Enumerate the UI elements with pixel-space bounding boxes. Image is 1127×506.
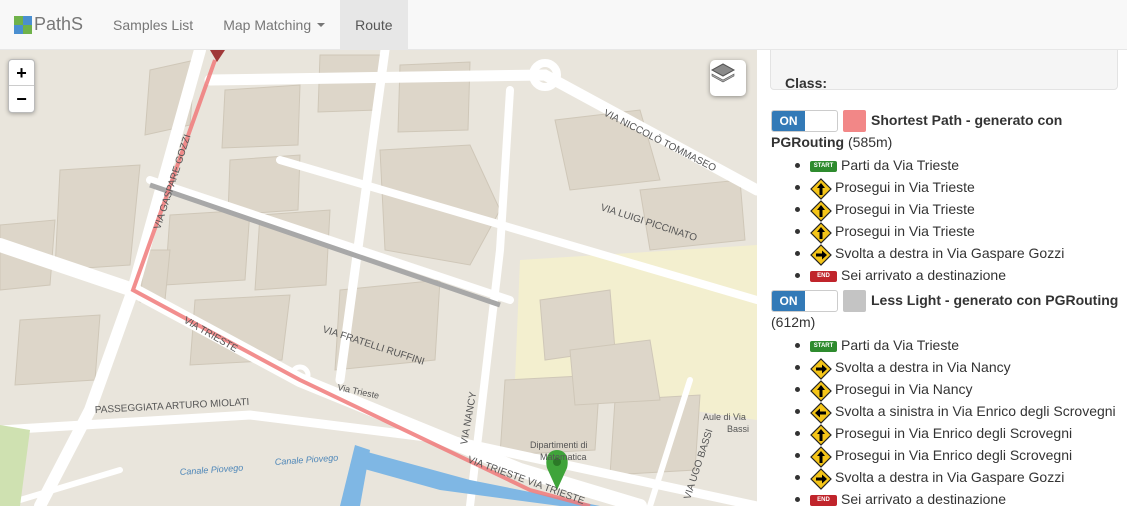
route-step-item: Svolta a destra in Via Nancy (771, 356, 1125, 380)
label-dipartimenti-1: Dipartimenti di (530, 440, 588, 450)
route-step-text: Sei arrivato a destinazione (841, 491, 1006, 506)
route-title: Less Light - generato con PGRouting (871, 292, 1119, 308)
label-aule-2: Bassi (727, 424, 749, 434)
zoom-control: + − (8, 59, 35, 113)
layers-control-button[interactable] (710, 60, 746, 96)
nav-route-label: Route (355, 16, 393, 33)
route-color-swatch (843, 110, 866, 133)
label-canale-piovego: Canale Piovego (179, 463, 243, 477)
route-step-text: Prosegui in Via Trieste (835, 223, 975, 240)
route-step-item: END Sei arrivato a destinazione (771, 264, 1125, 286)
route-step-text: Svolta a destra in Via Nancy (835, 359, 1011, 376)
route-step-item: Svolta a sinistra in Via Enrico degli Sc… (771, 400, 1125, 424)
route-less-light: ON Less Light - generato con PGRouting (… (771, 290, 1125, 506)
nav-map-matching-dropdown[interactable]: Map Matching (208, 0, 340, 49)
brand-link[interactable]: PathS (0, 0, 98, 49)
green-area (0, 425, 30, 506)
route-step-text: Svolta a sinistra in Via Enrico degli Sc… (835, 403, 1116, 420)
route-step-text: Parti da Via Trieste (841, 157, 960, 174)
route-toggle-switch[interactable]: ON (771, 290, 838, 313)
map-view[interactable]: VIA GASPARE GOZZI VIA NICCOLÒ TOMMASEO V… (0, 50, 757, 506)
route-step-text: Parti da Via Trieste (841, 337, 960, 354)
route-step-item: Svolta a destra in Via Gaspare Gozzi (771, 242, 1125, 266)
route-step-text: Prosegui in Via Trieste (835, 201, 975, 218)
route-distance: (585m) (848, 134, 893, 151)
route-header: ON Shortest Path - generato con PGRoutin… (771, 110, 1125, 152)
arrow-up-sign-icon (810, 221, 832, 244)
arrow-up-sign-icon (810, 445, 832, 468)
route-distance: (612m) (771, 314, 816, 331)
route-step-text: Svolta a destra in Via Gaspare Gozzi (835, 469, 1065, 486)
brand-name: PathS (34, 14, 84, 34)
route-step-text: Prosegui in Via Enrico degli Scrovegni (835, 425, 1073, 442)
route-panel: Class: ON Shortest Path - generato con P… (757, 50, 1127, 506)
route-header: ON Less Light - generato con PGRouting (… (771, 290, 1125, 332)
arrow-up-sign-icon (810, 177, 832, 200)
label-aule-1: Aule di Via (703, 412, 746, 422)
map-canvas[interactable]: VIA GASPARE GOZZI VIA NICCOLÒ TOMMASEO V… (0, 50, 757, 506)
caret-down-icon (317, 22, 326, 27)
end-badge-icon: END (810, 271, 837, 283)
zoom-in-button[interactable]: + (9, 60, 34, 86)
arrow-right-sign-icon (810, 243, 832, 266)
route-step-text: Sei arrivato a destinazione (841, 267, 1006, 284)
route-step-item: Prosegui in Via Nancy (771, 378, 1125, 402)
toggle-on-label: ON (772, 291, 805, 312)
start-badge-icon: START (810, 161, 837, 173)
label-dipartimenti-2: Matematica (540, 452, 587, 462)
layers-icon (710, 63, 736, 83)
arrow-up-sign-icon (810, 423, 832, 446)
class-label: Class: (785, 75, 828, 91)
route-step-item: Prosegui in Via Enrico degli Scrovegni (771, 422, 1125, 446)
route-steps-list: START Parti da Via Trieste Prosegui in Via… (771, 154, 1125, 286)
route-steps-list: START Parti da Via Trieste Svolta a destra… (771, 334, 1125, 506)
route-step-item: Prosegui in Via Trieste (771, 198, 1125, 222)
arrow-right-sign-icon (810, 357, 832, 380)
route-color-swatch (843, 290, 866, 313)
route-step-item: Prosegui in Via Enrico degli Scrovegni (771, 444, 1125, 468)
arrow-up-sign-icon (810, 379, 832, 402)
route-step-text: Prosegui in Via Enrico degli Scrovegni (835, 447, 1073, 464)
nav-samples-list[interactable]: Samples List (98, 0, 208, 49)
nav-samples-list-label: Samples List (113, 16, 194, 33)
route-start-icon (210, 50, 225, 62)
route-step-item: START Parti da Via Trieste (771, 334, 1125, 356)
route-step-item: Prosegui in Via Trieste (771, 220, 1125, 244)
route-step-text: Svolta a destra in Via Gaspare Gozzi (835, 245, 1065, 262)
route-step-text: Prosegui in Via Nancy (835, 381, 973, 398)
arrow-up-sign-icon (810, 199, 832, 222)
arrow-right-sign-icon (810, 467, 832, 490)
route-step-item: START Parti da Via Trieste (771, 154, 1125, 176)
nav-route[interactable]: Route (340, 0, 408, 49)
nav-map-matching-label: Map Matching (223, 16, 312, 33)
label-canale-piovego-2: Canale Piovego (274, 453, 338, 467)
arrow-left-sign-icon (810, 401, 832, 424)
route-step-item: Svolta a destra in Via Gaspare Gozzi (771, 466, 1125, 490)
navbar: PathS Samples List Map Matching Route (0, 0, 1127, 50)
end-badge-icon: END (810, 495, 837, 506)
route-step-item: Prosegui in Via Trieste (771, 176, 1125, 200)
route-step-item: END Sei arrivato a destinazione (771, 488, 1125, 506)
start-badge-icon: START (810, 341, 837, 353)
app-logo-icon (14, 15, 32, 34)
toggle-on-label: ON (772, 111, 805, 132)
route-step-text: Prosegui in Via Trieste (835, 179, 975, 196)
route-shortest-path: ON Shortest Path - generato con PGRoutin… (771, 110, 1125, 286)
route-toggle-switch[interactable]: ON (771, 110, 838, 133)
zoom-out-button[interactable]: − (9, 86, 34, 112)
